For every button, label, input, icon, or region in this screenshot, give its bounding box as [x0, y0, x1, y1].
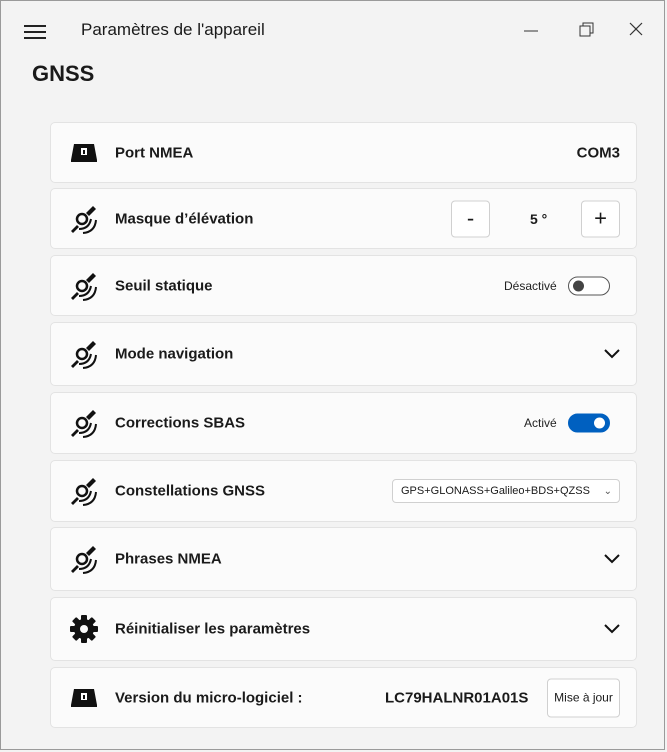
setting-label: Mode navigation	[115, 345, 234, 363]
hamburger-menu-icon[interactable]	[24, 25, 46, 39]
title-bar: Paramètres de l'appareil	[1, 1, 664, 59]
setting-card-firmware: Version du micro-logiciel : LC79HALNR01A…	[50, 667, 637, 728]
nmea-port-value: COM3	[576, 144, 620, 161]
setting-card-static-threshold: Seuil statique Désactivé	[50, 255, 637, 316]
constellations-select[interactable]: GPS+GLONASS+Galileo+BDS+QZSS ⌄	[392, 479, 620, 503]
setting-card-nmea-port: Port NMEA COM3	[50, 122, 637, 183]
sbas-corrections-toggle[interactable]	[568, 413, 610, 433]
minimize-icon	[524, 30, 538, 32]
firmware-version-value: LC79HALNR01A01S	[385, 689, 529, 706]
toggle-knob	[594, 417, 605, 429]
increment-button[interactable]: +	[581, 200, 620, 237]
restore-icon	[579, 22, 594, 37]
setting-card-sbas-corrections: Corrections SBAS Activé	[50, 392, 637, 454]
setting-card-nmea-sentences[interactable]: Phrases NMEA	[50, 527, 637, 591]
setting-label: Masque d’élévation	[115, 210, 254, 227]
window-title: Paramètres de l'appareil	[81, 20, 265, 39]
setting-label: Seuil statique	[115, 277, 213, 294]
setting-label: Port NMEA	[115, 144, 194, 161]
toggle-state-label: Désactivé	[504, 278, 557, 293]
setting-card-elevation-mask: Masque d’élévation - 5 ° +	[50, 188, 637, 249]
chevron-down-icon[interactable]	[604, 349, 620, 359]
page-title: GNSS	[32, 61, 95, 86]
chevron-down-icon: ⌄	[603, 486, 612, 497]
close-icon	[629, 22, 643, 36]
decrement-button[interactable]: -	[451, 200, 490, 237]
setting-label: Réinitialiser les paramètres	[115, 620, 311, 638]
satellite-icon	[71, 478, 97, 506]
setting-card-navigation-mode[interactable]: Mode navigation	[50, 322, 637, 386]
device-icon	[71, 143, 97, 162]
setting-label: Version du micro-logiciel :	[115, 689, 303, 706]
select-value: GPS+GLONASS+Galileo+BDS+QZSS	[401, 485, 590, 497]
setting-label: Constellations GNSS	[115, 482, 266, 500]
satellite-icon	[71, 272, 97, 301]
satellite-icon	[71, 341, 97, 369]
close-button[interactable]	[616, 16, 656, 44]
chevron-down-icon[interactable]	[604, 624, 620, 634]
settings-window: Paramètres de l'appareil GNSS Port NMEA	[0, 0, 665, 750]
satellite-icon	[71, 205, 97, 234]
maximize-button[interactable]	[566, 16, 606, 44]
setting-card-reset[interactable]: Réinitialiser les paramètres	[50, 597, 637, 661]
update-firmware-button[interactable]: Mise à jour	[547, 678, 620, 717]
gear-icon	[70, 615, 98, 643]
setting-label: Corrections SBAS	[115, 414, 246, 432]
setting-label: Phrases NMEA	[115, 550, 222, 568]
setting-card-gnss-constellations: Constellations GNSS GPS+GLONASS+Galileo+…	[50, 460, 637, 522]
minimize-button[interactable]	[508, 16, 548, 44]
chevron-down-icon[interactable]	[604, 554, 620, 564]
satellite-icon	[71, 410, 97, 438]
elevation-mask-value: 5 °	[530, 210, 548, 227]
toggle-knob	[573, 280, 584, 291]
static-threshold-toggle[interactable]	[568, 276, 610, 295]
toggle-state-label: Activé	[524, 416, 557, 430]
satellite-icon	[71, 546, 97, 574]
device-icon	[71, 688, 97, 707]
